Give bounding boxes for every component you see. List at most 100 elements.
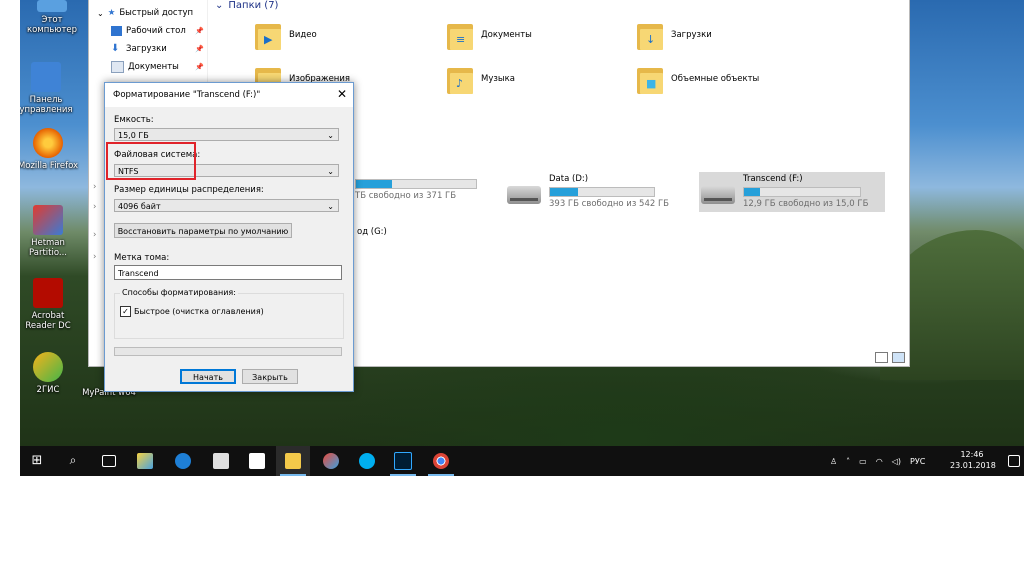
close-icon[interactable]: ✕	[337, 87, 347, 101]
desktop-icon-firefox[interactable]: Mozilla Firefox	[20, 128, 80, 171]
folder-videos[interactable]: ▶ Видео	[255, 20, 317, 50]
nav-expand-3[interactable]: ›	[93, 226, 96, 244]
format-dialog: Форматирование "Transcend (F:)" ✕ Емкост…	[104, 82, 354, 392]
drive-label: Data (D:)	[549, 174, 589, 184]
chevron-right-icon[interactable]: ›	[93, 230, 96, 240]
taskbar-app-paint[interactable]	[128, 446, 162, 476]
desktop-icon-label: Acrobat Reader DC	[25, 311, 71, 331]
folder-3d-objects[interactable]: ■ Объемные объекты	[637, 64, 759, 94]
wifi-icon[interactable]: ◠	[876, 457, 883, 466]
folder-documents[interactable]: ≡ Документы	[447, 20, 532, 50]
cluster-size-select[interactable]: 4096 байт ⌄	[114, 199, 339, 212]
chevron-right-icon[interactable]: ›	[93, 182, 96, 192]
quick-access-header[interactable]: ⌄ ★ Быстрый доступ	[97, 4, 193, 22]
chrome-icon	[433, 453, 449, 469]
desktop-icon-acrobat[interactable]: Acrobat Reader DC	[20, 278, 80, 331]
pin-icon[interactable]: 📌	[195, 45, 204, 53]
chevron-up-icon[interactable]: ˄	[846, 457, 850, 466]
chevron-down-icon: ⌄	[327, 202, 334, 211]
clock[interactable]: 12:46 23.01.2018	[950, 449, 996, 471]
taskbar-app-store[interactable]	[240, 446, 274, 476]
dialog-title: Форматирование "Transcend (F:)"	[113, 90, 261, 100]
desktop-icon-2gis[interactable]: 2ГИС	[20, 352, 80, 395]
taskbar-app-explorer[interactable]	[276, 446, 310, 476]
capacity-select[interactable]: 15,0 ГБ ⌄	[114, 128, 339, 141]
chevron-right-icon[interactable]: ›	[93, 202, 96, 212]
desktop-icon-control-panel[interactable]: Панель управления	[20, 62, 78, 115]
chevron-right-icon[interactable]: ›	[93, 252, 96, 262]
folders-section-header[interactable]: ⌄ Папки (7)	[215, 0, 278, 11]
people-icon[interactable]: ♙	[830, 457, 837, 466]
desktop-icon-hetman[interactable]: Hetman Partitio...	[20, 205, 80, 258]
downloads-folder-icon: ⬇	[111, 43, 120, 54]
pin-icon[interactable]: 📌	[195, 27, 204, 35]
screen: Этот компьютер Панель управления Mozilla…	[20, 0, 1024, 476]
nav-item-documents[interactable]: Документы 📌	[111, 58, 204, 76]
action-center-button[interactable]	[1004, 446, 1024, 476]
windows-icon: ⊞	[31, 453, 43, 468]
task-view-button[interactable]	[92, 446, 126, 476]
nav-item-desktop[interactable]: Рабочий стол 📌	[111, 22, 204, 40]
nav-expand-1[interactable]: ›	[93, 178, 96, 196]
restore-defaults-button[interactable]: Восстановить параметры по умолчанию	[114, 223, 292, 238]
taskbar-app-chrome[interactable]	[424, 446, 458, 476]
taskbar-app-calculator[interactable]	[204, 446, 238, 476]
photoshop-icon	[394, 452, 412, 470]
search-icon: ⌕	[69, 453, 77, 467]
start-button[interactable]: ⊞	[20, 446, 54, 476]
taskbar-app-paint-brush[interactable]	[314, 446, 348, 476]
quick-format-checkbox[interactable]: ✓	[120, 306, 131, 317]
drive-free-space: 393 ГБ свободно из 542 ГБ	[549, 199, 669, 209]
folder-label: Документы	[481, 30, 532, 40]
drive-f-selected[interactable]: Transcend (F:) 12,9 ГБ свободно из 15,0 …	[699, 172, 885, 212]
taskbar: ⊞ ⌕ ♙ ˄ ▭ ◠ ◁) РУС 12:46 23.01.2018	[20, 446, 1024, 476]
cluster-size-value: 4096 байт	[118, 202, 161, 211]
battery-icon[interactable]: ▭	[859, 457, 867, 466]
capacity-label: Емкость:	[114, 115, 154, 125]
nav-expand-4[interactable]: ›	[93, 248, 96, 266]
chevron-down-icon[interactable]: ⌄	[97, 9, 104, 18]
start-button[interactable]: Начать	[180, 369, 236, 384]
drive-label: од (G:)	[357, 227, 387, 237]
file-explorer-icon	[285, 453, 301, 469]
nav-item-downloads[interactable]: ⬇ Загрузки 📌	[111, 40, 204, 58]
drive-c[interactable]: ТБ свободно из 371 ГБ	[355, 176, 477, 201]
language-indicator[interactable]: РУС	[910, 457, 925, 466]
taskbar-app-skype[interactable]	[350, 446, 384, 476]
quick-format-option[interactable]: ✓ Быстрое (очистка оглавления)	[120, 306, 264, 317]
desktop-icon-label: Mozilla Firefox	[20, 161, 79, 171]
close-button[interactable]: Закрыть	[242, 369, 298, 384]
hard-drive-icon	[701, 186, 735, 204]
drive-g[interactable]: од (G:)	[357, 227, 387, 237]
taskbar-app-edge[interactable]	[166, 446, 200, 476]
folder-label: Загрузки	[671, 30, 712, 40]
nav-item-label: Загрузки	[126, 44, 167, 54]
nav-item-label: Рабочий стол	[126, 26, 186, 36]
nav-expand-2[interactable]: ›	[93, 198, 96, 216]
format-progress-bar	[114, 347, 342, 356]
nav-item-label: Документы	[128, 62, 179, 72]
format-options-label: Способы форматирования:	[120, 288, 238, 297]
2gis-icon	[33, 352, 63, 382]
desktop-icon-label: Hetman Partitio...	[29, 238, 67, 258]
drive-d[interactable]: Data (D:) 393 ГБ свободно из 542 ГБ	[507, 174, 669, 209]
volume-label-input[interactable]: Transcend	[114, 265, 342, 280]
folder-downloads[interactable]: ↓ Загрузки	[637, 20, 712, 50]
chevron-down-icon[interactable]: ⌄	[215, 0, 223, 11]
pin-icon[interactable]: 📌	[195, 63, 204, 71]
drive-free-space: 12,9 ГБ свободно из 15,0 ГБ	[743, 199, 869, 209]
desktop-icon-this-pc[interactable]: Этот компьютер	[20, 0, 84, 35]
drive-usage-fill	[744, 188, 761, 196]
control-panel-icon	[31, 62, 61, 92]
folder-music[interactable]: ♪ Музыка	[447, 64, 515, 94]
volume-icon[interactable]: ◁)	[892, 457, 901, 466]
details-view-icon[interactable]	[875, 352, 888, 363]
filesystem-highlight-box	[106, 142, 196, 180]
chevron-down-icon: ⌄	[327, 131, 334, 140]
taskbar-app-photoshop[interactable]	[386, 446, 420, 476]
tiles-view-icon[interactable]	[892, 352, 905, 363]
drive-label: Transcend (F:)	[743, 174, 803, 184]
drive-usage-bar	[355, 179, 477, 189]
taskbar-search[interactable]: ⌕	[56, 446, 90, 476]
documents-folder-icon: ≡	[447, 20, 473, 50]
